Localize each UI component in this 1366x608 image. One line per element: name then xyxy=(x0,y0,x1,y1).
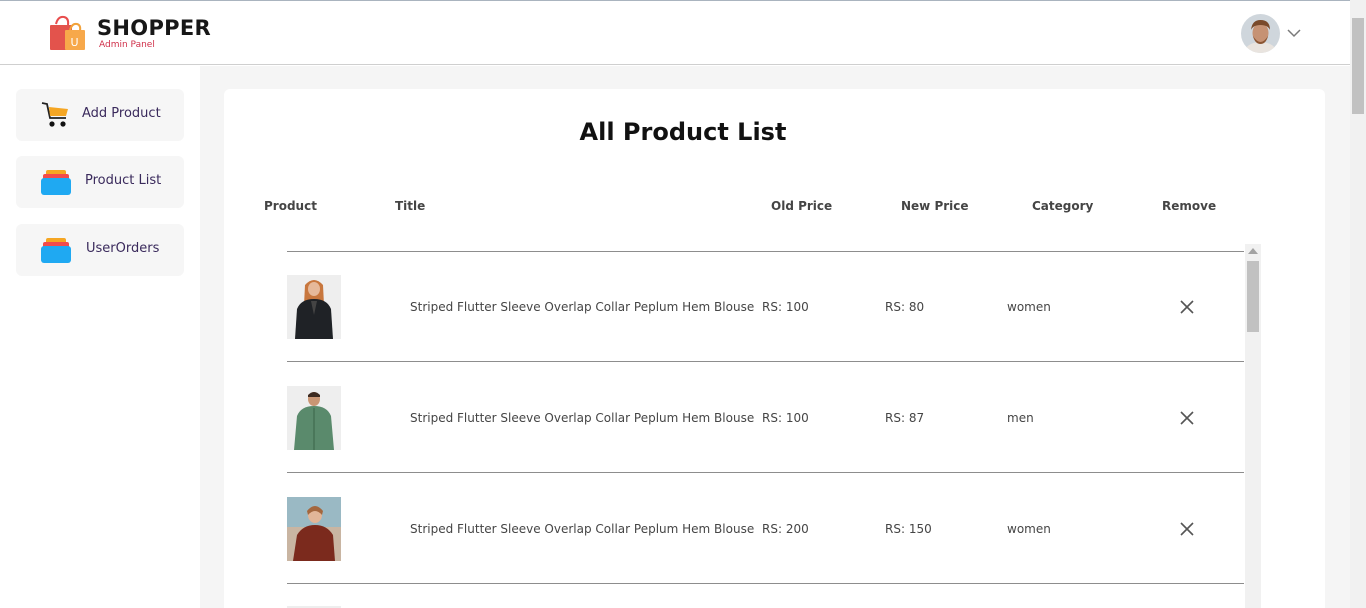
column-header-title: Title xyxy=(395,199,426,213)
column-header-old-price: Old Price xyxy=(771,199,833,213)
product-category: women xyxy=(1007,522,1051,536)
product-title: Striped Flutter Sleeve Overlap Collar Pe… xyxy=(410,411,755,425)
scroll-up-icon[interactable] xyxy=(1248,248,1258,254)
sidebar-item-product-list[interactable]: Product List xyxy=(16,156,184,208)
close-icon[interactable] xyxy=(1180,300,1194,314)
close-icon[interactable] xyxy=(1180,522,1194,536)
product-title: Striped Flutter Sleeve Overlap Collar Pe… xyxy=(410,522,755,536)
orders-stack-icon xyxy=(41,238,71,263)
product-new-price: RS: 80 xyxy=(885,300,925,314)
sidebar-item-label: UserOrders xyxy=(86,241,160,256)
column-header-product: Product xyxy=(264,199,317,213)
chevron-down-icon[interactable] xyxy=(1286,25,1302,41)
column-header-remove: Remove xyxy=(1162,199,1217,213)
product-image[interactable] xyxy=(287,497,341,561)
list-scrollbar[interactable] xyxy=(1245,244,1261,608)
product-image[interactable] xyxy=(287,275,341,339)
row-divider xyxy=(287,583,1244,584)
shopping-bag-icon[interactable]: U xyxy=(48,14,88,52)
product-old-price: RS: 100 xyxy=(762,300,809,314)
product-title: Striped Flutter Sleeve Overlap Collar Pe… xyxy=(410,300,755,314)
sidebar: Add Product Product List UserOrders xyxy=(0,66,200,608)
row-divider xyxy=(287,251,1244,252)
product-new-price: RS: 87 xyxy=(885,411,925,425)
sidebar-item-label: Product List xyxy=(85,173,162,188)
svg-text:U: U xyxy=(71,36,79,49)
list-scrollbar-thumb[interactable] xyxy=(1247,261,1259,332)
row-divider xyxy=(287,472,1244,473)
product-category: women xyxy=(1007,300,1051,314)
page-title: All Product List xyxy=(579,118,787,146)
product-old-price: RS: 100 xyxy=(762,411,809,425)
list-stack-icon xyxy=(41,170,71,195)
brand-name: SHOPPER xyxy=(97,16,211,40)
user-avatar[interactable] xyxy=(1241,14,1280,53)
column-header-category: Category xyxy=(1032,199,1094,213)
close-icon[interactable] xyxy=(1180,411,1194,425)
product-category: men xyxy=(1007,411,1034,425)
top-navbar: U SHOPPER Admin Panel xyxy=(0,0,1350,65)
page-scrollbar-thumb[interactable] xyxy=(1352,18,1364,114)
product-new-price: RS: 150 xyxy=(885,522,932,536)
column-header-new-price: New Price xyxy=(901,199,969,213)
brand-subtitle: Admin Panel xyxy=(99,40,155,50)
sidebar-item-user-orders[interactable]: UserOrders xyxy=(16,224,184,276)
row-divider xyxy=(287,361,1244,362)
product-old-price: RS: 200 xyxy=(762,522,809,536)
page-scrollbar[interactable] xyxy=(1350,0,1366,608)
product-image[interactable] xyxy=(287,386,341,450)
